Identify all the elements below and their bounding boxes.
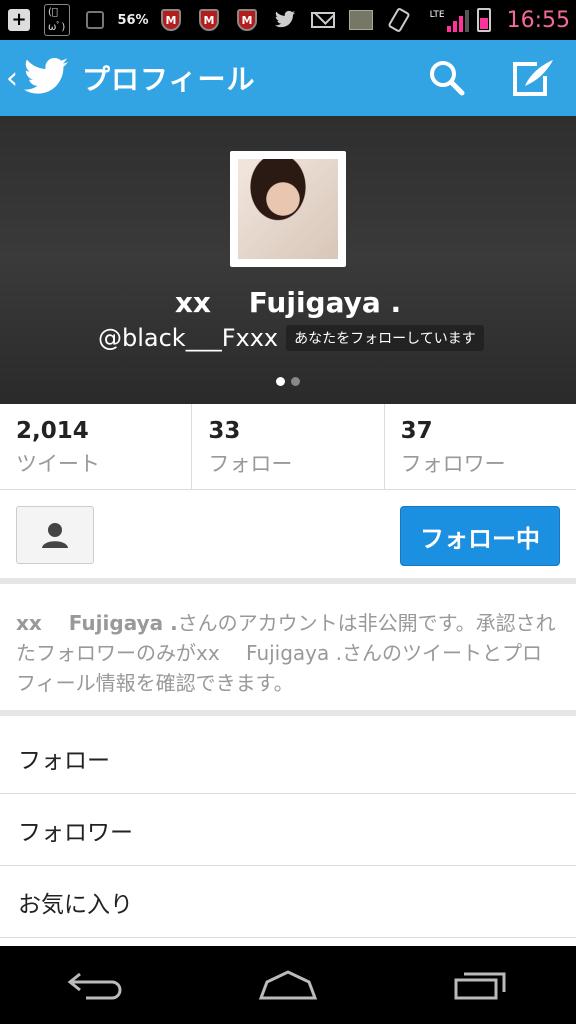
mail-icon bbox=[310, 8, 336, 32]
network-type-label: LTE bbox=[429, 9, 445, 20]
search-icon bbox=[430, 61, 465, 96]
notice-name-inline: xx Fujigaya . bbox=[196, 641, 342, 665]
stat-tweets[interactable]: 2,014 ツイート bbox=[0, 404, 193, 489]
following-button[interactable]: フォロー中 bbox=[400, 506, 560, 566]
page-dot bbox=[291, 377, 300, 386]
status-time: 16:55 bbox=[506, 7, 570, 33]
recent-apps-button[interactable] bbox=[440, 960, 520, 1010]
avatar[interactable] bbox=[230, 151, 346, 267]
compose-tweet-button[interactable] bbox=[490, 40, 576, 116]
back-button[interactable] bbox=[56, 960, 136, 1010]
protected-account-notice: xx Fujigaya .さんのアカウントは非公開です。承認されたフォロワーのみ… bbox=[0, 590, 576, 716]
recent-apps-icon bbox=[454, 972, 506, 1000]
twitter-logo-icon[interactable] bbox=[22, 58, 70, 98]
profile-stats: 2,014 ツイート 33 フォロー 37 フォロワー bbox=[0, 404, 576, 490]
back-arrow-icon bbox=[67, 972, 122, 1000]
mcafee-icon: M bbox=[234, 8, 260, 32]
rotate-icon bbox=[386, 8, 412, 32]
profile-display-name: xx Fujigaya . bbox=[174, 286, 402, 319]
add-icon: + bbox=[6, 8, 32, 32]
stat-label: フォロー bbox=[208, 452, 293, 476]
stat-count: 33 bbox=[208, 418, 241, 444]
mcafee-icon: M bbox=[158, 8, 184, 32]
profile-header: xx Fujigaya . @black___Fxxx あなたをフォローしていま… bbox=[0, 116, 576, 404]
home-button[interactable] bbox=[248, 960, 328, 1010]
back-chevron-icon[interactable]: ‹ bbox=[6, 61, 20, 96]
image-icon bbox=[348, 8, 374, 32]
menu-item-following[interactable]: フォロー bbox=[0, 722, 576, 794]
stat-following[interactable]: 33 フォロー bbox=[192, 404, 385, 489]
page-dot-active bbox=[276, 377, 285, 386]
profile-actions: フォロー中 bbox=[0, 490, 576, 584]
battery-widget-icon: 56% bbox=[117, 12, 149, 28]
home-icon bbox=[258, 970, 318, 1000]
page-title: プロフィール bbox=[82, 63, 256, 96]
stat-label: フォロワー bbox=[400, 452, 506, 476]
profile-menu: フォロー フォロワー お気に入り bbox=[0, 722, 576, 938]
stat-count: 37 bbox=[400, 418, 433, 444]
twitter-icon bbox=[272, 8, 298, 32]
menu-item-followers[interactable]: フォロワー bbox=[0, 794, 576, 866]
avatar-photo bbox=[238, 159, 338, 259]
sync-icon bbox=[82, 8, 108, 32]
signal-icon bbox=[446, 8, 469, 32]
mcafee-icon: M bbox=[196, 8, 222, 32]
action-bar: ‹ プロフィール bbox=[0, 40, 576, 116]
stat-count: 2,014 bbox=[16, 418, 89, 444]
stat-followers[interactable]: 37 フォロワー bbox=[385, 404, 576, 489]
status-bar: + (ﾟωﾟ) 56% M M M LTE 16:55 bbox=[0, 0, 576, 40]
follows-you-badge: あなたをフォローしています bbox=[286, 325, 484, 351]
menu-item-favorites[interactable]: お気に入り bbox=[0, 866, 576, 938]
battery-icon bbox=[476, 8, 491, 32]
stat-label: ツイート bbox=[16, 452, 100, 476]
profile-handle: @black___Fxxx bbox=[98, 324, 279, 352]
compose-icon bbox=[513, 60, 553, 96]
emoticon-icon: (ﾟωﾟ) bbox=[44, 4, 70, 36]
user-options-button[interactable] bbox=[16, 506, 94, 564]
notice-name: xx Fujigaya . bbox=[16, 611, 178, 635]
system-nav-bar bbox=[0, 946, 576, 1024]
page-indicator bbox=[276, 377, 300, 386]
person-icon bbox=[42, 523, 68, 548]
search-button[interactable] bbox=[404, 40, 490, 116]
